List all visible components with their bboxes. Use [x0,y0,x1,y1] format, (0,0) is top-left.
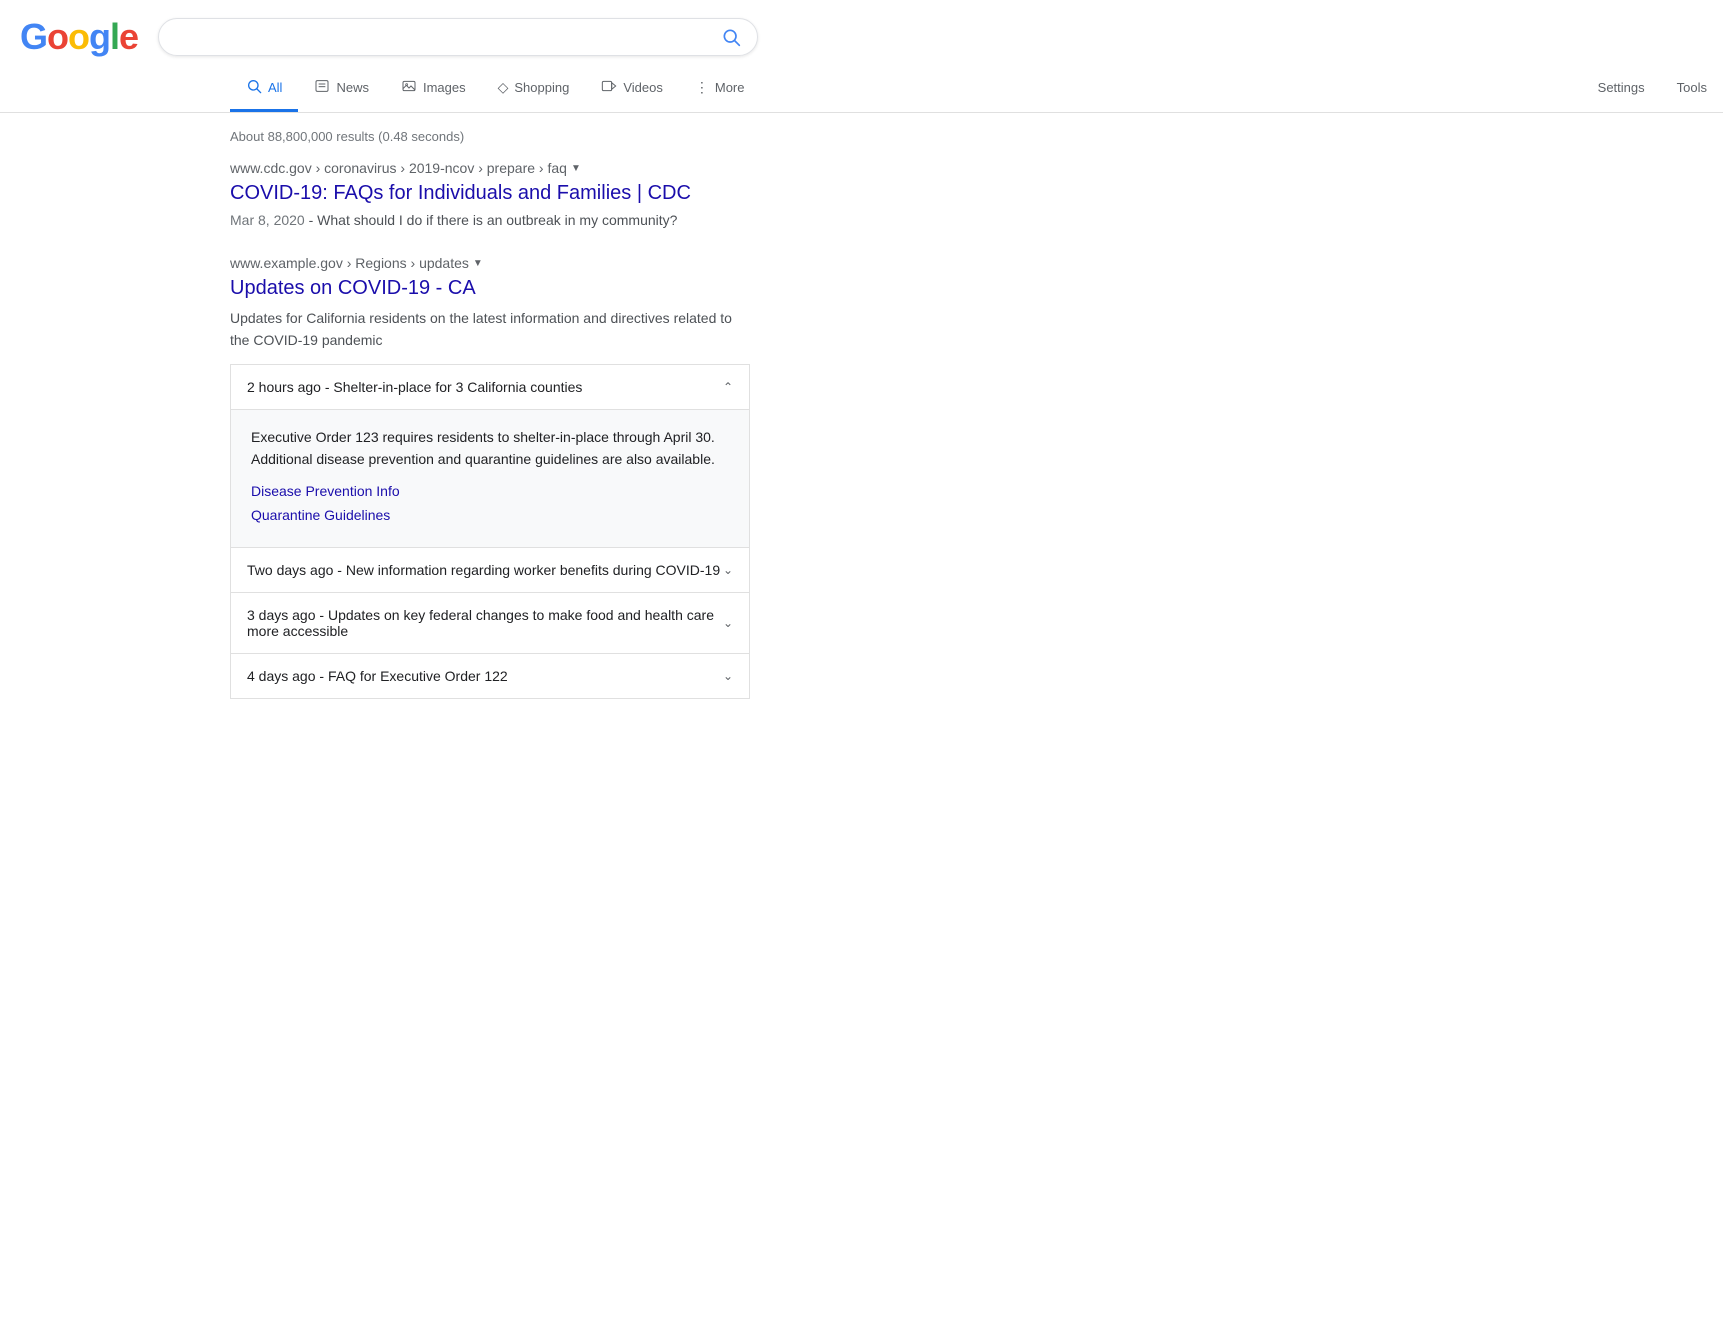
tab-news-label: News [336,80,369,95]
expandable-row-3-text: 3 days ago - Updates on key federal chan… [247,607,723,639]
result-cdc-url: www.cdc.gov › coronavirus › 2019-ncov › … [230,160,750,176]
expanded-content-1: Executive Order 123 requires residents t… [231,410,749,548]
result-cdc-snippet: Mar 8, 2020 - What should I do if there … [230,210,750,231]
result-ca-title[interactable]: Updates on COVID-19 - CA [230,277,476,299]
result-cdc-date: Mar 8, 2020 [230,212,305,228]
tabs-bar: All News Images ◇ Shopping [0,58,1723,113]
videos-icon [601,78,617,97]
logo-g: G [20,16,47,58]
quarantine-guidelines-link[interactable]: Quarantine Guidelines [251,507,729,523]
tab-settings-label: Settings [1598,80,1645,95]
search-button[interactable] [721,27,741,47]
result-cdc-url-text: www.cdc.gov › coronavirus › 2019-ncov › … [230,160,567,176]
expandable-time-2: Two days ago [247,562,333,578]
expandable-container: 2 hours ago - Shelter-in-place for 3 Cal… [230,364,750,699]
google-logo: Google [20,16,138,58]
logo-g2: g [89,16,110,58]
ca-url-dropdown-arrow[interactable]: ▼ [473,258,483,269]
expandable-label-4: FAQ for Executive Order 122 [328,668,508,684]
expandable-separator-4: - [319,668,328,684]
logo-e: e [119,16,138,58]
header: Google coronavirus in ca [0,0,1723,58]
expandable-row-3[interactable]: 3 days ago - Updates on key federal chan… [231,593,749,654]
news-icon [314,78,330,97]
expandable-row-2-text: Two days ago - New information regarding… [247,562,720,578]
tab-tools-label: Tools [1677,80,1707,95]
tab-all-label: All [268,80,282,95]
tab-videos[interactable]: Videos [585,66,679,112]
expandable-label-2: New information regarding worker benefit… [346,562,720,578]
logo-l: l [110,16,119,58]
result-cdc-title[interactable]: COVID-19: FAQs for Individuals and Famil… [230,182,691,204]
search-input[interactable]: coronavirus in ca [175,28,721,46]
results-container: About 88,800,000 results (0.48 seconds) … [0,113,750,699]
shopping-icon: ◇ [498,79,509,96]
search-bar[interactable]: coronavirus in ca [158,18,758,56]
expandable-time-4: 4 days ago [247,668,316,684]
results-count: About 88,800,000 results (0.48 seconds) [230,121,750,160]
expandable-row-4[interactable]: 4 days ago - FAQ for Executive Order 122… [231,654,749,698]
url-dropdown-arrow[interactable]: ▼ [571,163,581,174]
logo-o2: o [68,16,89,58]
expandable-row-2[interactable]: Two days ago - New information regarding… [231,548,749,593]
logo-o1: o [47,16,68,58]
expandable-row-1[interactable]: 2 hours ago - Shelter-in-place for 3 Cal… [231,365,749,410]
tab-shopping[interactable]: ◇ Shopping [482,67,586,111]
expandable-time-3: 3 days ago [247,607,316,623]
settings-tools-group: Settings Tools [1582,68,1723,110]
result-ca-description: Updates for California residents on the … [230,307,750,352]
tab-all[interactable]: All [230,66,298,112]
result-ca-url-text: www.example.gov › Regions › updates [230,255,469,271]
tab-tools[interactable]: Tools [1661,68,1723,110]
chevron-down-3: ⌄ [723,616,733,630]
tab-images[interactable]: Images [385,66,482,112]
tab-news[interactable]: News [298,66,385,112]
chevron-down-4: ⌄ [723,669,733,683]
images-icon [401,78,417,97]
tab-shopping-label: Shopping [514,80,569,95]
expanded-text-1: Executive Order 123 requires residents t… [251,426,729,471]
result-ca: www.example.gov › Regions › updates ▼ Up… [230,255,750,699]
result-cdc-snippet-text: - What should I do if there is an outbre… [309,212,678,228]
expandable-label-3: Updates on key federal changes to make f… [247,607,714,639]
chevron-down-2: ⌄ [723,563,733,577]
expandable-separator-3: - [319,607,328,623]
tab-images-label: Images [423,80,466,95]
search-icon [721,27,741,47]
tab-videos-label: Videos [623,80,663,95]
expandable-time-1: 2 hours ago [247,379,321,395]
tab-settings[interactable]: Settings [1582,68,1661,110]
expandable-label-1: Shelter-in-place for 3 California counti… [333,379,582,395]
tab-more[interactable]: ⋮ More [679,67,761,111]
result-cdc: www.cdc.gov › coronavirus › 2019-ncov › … [230,160,750,231]
expandable-separator-2: - [337,562,346,578]
expandable-row-1-text: 2 hours ago - Shelter-in-place for 3 Cal… [247,379,582,395]
chevron-up-1: ⌃ [723,380,733,394]
disease-prevention-link[interactable]: Disease Prevention Info [251,483,729,499]
tab-more-label: More [715,80,745,95]
result-ca-url: www.example.gov › Regions › updates ▼ [230,255,750,271]
all-icon [246,78,262,97]
more-dots-icon: ⋮ [695,79,709,96]
expandable-row-4-text: 4 days ago - FAQ for Executive Order 122 [247,668,508,684]
